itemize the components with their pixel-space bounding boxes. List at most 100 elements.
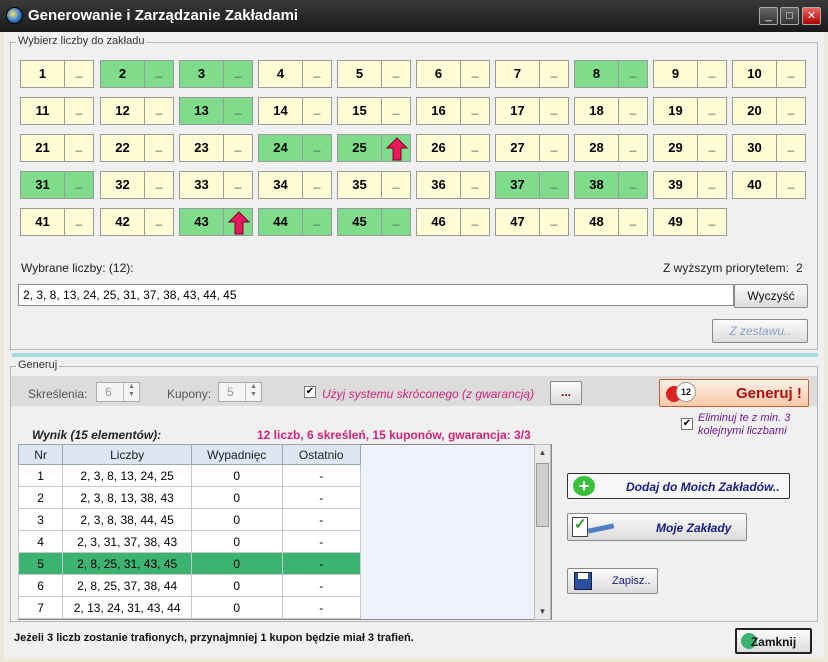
close-window-button[interactable]: ✕: [802, 7, 821, 25]
number-cell[interactable]: 11 _: [20, 97, 94, 125]
priority-toggle[interactable]: _: [540, 135, 568, 161]
priority-toggle[interactable]: _: [777, 61, 805, 87]
priority-toggle[interactable]: _: [65, 61, 93, 87]
my-bets-button[interactable]: ✓ Moje Zakłady: [567, 513, 747, 541]
number-cell[interactable]: 3 _: [179, 60, 253, 88]
priority-arrow-icon[interactable]: [224, 209, 252, 235]
number-cell[interactable]: 37 _: [495, 171, 569, 199]
number-cell[interactable]: 14 _: [258, 97, 332, 125]
priority-toggle[interactable]: _: [461, 61, 489, 87]
number-cell[interactable]: 6 _: [416, 60, 490, 88]
priority-toggle[interactable]: _: [145, 61, 173, 87]
priority-toggle[interactable]: _: [698, 98, 726, 124]
number-cell[interactable]: 40 _: [732, 171, 806, 199]
generate-button[interactable]: 12 Generuj !: [659, 379, 809, 407]
priority-toggle[interactable]: _: [777, 135, 805, 161]
column-header[interactable]: Wypadnięc: [191, 444, 283, 465]
priority-toggle[interactable]: _: [224, 98, 252, 124]
number-cell[interactable]: 29 _: [653, 134, 727, 162]
number-cell[interactable]: 36 _: [416, 171, 490, 199]
number-cell[interactable]: 22 _: [100, 134, 174, 162]
number-cell[interactable]: 34 _: [258, 171, 332, 199]
number-cell[interactable]: 15 _: [337, 97, 411, 125]
priority-toggle[interactable]: _: [224, 172, 252, 198]
eliminate-checkbox[interactable]: ✔: [681, 418, 693, 430]
number-cell[interactable]: 48 _: [574, 208, 648, 236]
scroll-thumb[interactable]: [536, 463, 549, 527]
column-header[interactable]: Liczby: [62, 444, 192, 465]
priority-toggle[interactable]: _: [619, 61, 647, 87]
priority-toggle[interactable]: _: [540, 61, 568, 87]
column-header[interactable]: Nr: [17, 444, 64, 465]
kupony-stepper[interactable]: 5 ▲ ▼: [218, 382, 262, 402]
priority-toggle[interactable]: _: [619, 209, 647, 235]
number-cell[interactable]: 19 _: [653, 97, 727, 125]
table-row[interactable]: 6 2, 8, 25, 37, 38, 44 0-: [17, 574, 362, 597]
number-cell[interactable]: 45 _: [337, 208, 411, 236]
table-row[interactable]: 3 2, 3, 8, 38, 44, 45 0-: [17, 508, 362, 531]
column-header[interactable]: Ostatnio: [281, 444, 362, 465]
priority-toggle[interactable]: _: [145, 98, 173, 124]
priority-toggle[interactable]: _: [698, 209, 726, 235]
priority-toggle[interactable]: _: [145, 172, 173, 198]
priority-toggle[interactable]: _: [65, 209, 93, 235]
priority-toggle[interactable]: _: [303, 98, 331, 124]
number-cell[interactable]: 20 _: [732, 97, 806, 125]
priority-toggle[interactable]: _: [619, 135, 647, 161]
number-cell[interactable]: 41 _: [20, 208, 94, 236]
maximize-button[interactable]: □: [780, 7, 799, 25]
clear-button[interactable]: Wyczyść: [734, 284, 808, 308]
priority-toggle[interactable]: _: [619, 98, 647, 124]
stepper-arrows-icon[interactable]: ▲ ▼: [245, 383, 261, 401]
number-cell[interactable]: 28 _: [574, 134, 648, 162]
number-cell[interactable]: 12 _: [100, 97, 174, 125]
stepper-arrows-icon[interactable]: ▲ ▼: [123, 383, 139, 401]
number-cell[interactable]: 13 _: [179, 97, 253, 125]
priority-toggle[interactable]: _: [382, 98, 410, 124]
priority-toggle[interactable]: _: [461, 209, 489, 235]
number-cell[interactable]: 8 _: [574, 60, 648, 88]
priority-toggle[interactable]: _: [461, 135, 489, 161]
number-cell[interactable]: 27 _: [495, 134, 569, 162]
number-cell[interactable]: 10 _: [732, 60, 806, 88]
number-cell[interactable]: 2 _: [100, 60, 174, 88]
number-cell[interactable]: 38 _: [574, 171, 648, 199]
number-cell[interactable]: 23 _: [179, 134, 253, 162]
priority-toggle[interactable]: _: [65, 172, 93, 198]
from-set-button[interactable]: Z zestawu..: [712, 319, 808, 343]
priority-toggle[interactable]: _: [224, 135, 252, 161]
priority-toggle[interactable]: _: [461, 98, 489, 124]
number-cell[interactable]: 9 _: [653, 60, 727, 88]
number-cell[interactable]: 25: [337, 134, 411, 162]
save-button[interactable]: Zapisz..: [567, 568, 658, 594]
system-options-button[interactable]: ...: [550, 381, 582, 405]
number-cell[interactable]: 1 _: [20, 60, 94, 88]
minimize-button[interactable]: _: [759, 7, 778, 25]
priority-toggle[interactable]: _: [65, 135, 93, 161]
skreslenia-stepper[interactable]: 6 ▲ ▼: [96, 382, 140, 402]
number-cell[interactable]: 42 _: [100, 208, 174, 236]
number-cell[interactable]: 32 _: [100, 171, 174, 199]
table-row[interactable]: 5 2, 8, 25, 31, 43, 45 0-: [17, 552, 362, 575]
priority-toggle[interactable]: _: [540, 172, 568, 198]
number-cell[interactable]: 26 _: [416, 134, 490, 162]
number-cell[interactable]: 21 _: [20, 134, 94, 162]
system-checkbox[interactable]: ✔: [304, 386, 316, 398]
table-row[interactable]: 1 2, 3, 8, 13, 24, 25 0-: [17, 464, 362, 487]
number-cell[interactable]: 31 _: [20, 171, 94, 199]
number-cell[interactable]: 43: [179, 208, 253, 236]
table-row[interactable]: 2 2, 3, 8, 13, 38, 43 0-: [17, 486, 362, 509]
number-cell[interactable]: 33 _: [179, 171, 253, 199]
number-cell[interactable]: 18 _: [574, 97, 648, 125]
priority-toggle[interactable]: _: [382, 172, 410, 198]
scroll-down-icon[interactable]: ▼: [535, 604, 550, 619]
close-button[interactable]: Zamknij: [735, 628, 812, 654]
table-row[interactable]: 7 2, 13, 24, 31, 43, 44 0-: [17, 596, 362, 619]
priority-toggle[interactable]: _: [698, 135, 726, 161]
priority-toggle[interactable]: _: [145, 135, 173, 161]
priority-toggle[interactable]: _: [540, 209, 568, 235]
priority-toggle[interactable]: _: [65, 98, 93, 124]
priority-toggle[interactable]: _: [698, 61, 726, 87]
number-cell[interactable]: 7 _: [495, 60, 569, 88]
number-cell[interactable]: 17 _: [495, 97, 569, 125]
